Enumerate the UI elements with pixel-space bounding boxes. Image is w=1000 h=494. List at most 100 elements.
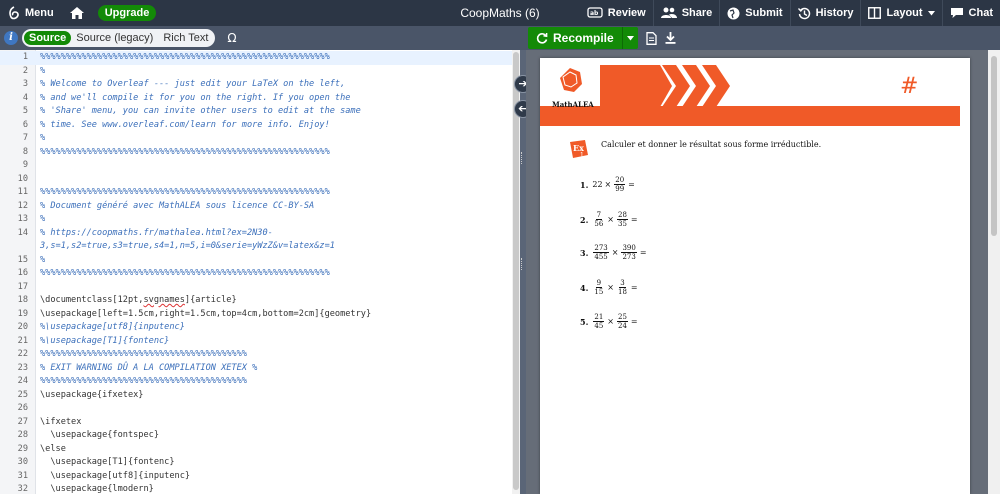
layout-button[interactable]: Layout: [861, 0, 941, 26]
home-button[interactable]: [62, 0, 92, 26]
code-line[interactable]: 20 %\usepackage[utf8]{inputenc}: [0, 321, 512, 335]
code-text: \usepackage[left=1.5cm,right=1.5cm,top=4…: [40, 308, 372, 319]
numerator: 25: [616, 313, 628, 322]
history-button[interactable]: History: [791, 0, 861, 26]
chat-button[interactable]: Chat: [943, 0, 1000, 26]
review-icon: ab: [587, 7, 603, 18]
exercise-item: 3. 273 455 × 390 273 =: [580, 244, 647, 261]
code-text: % Document généré avec MathALEA sous lic…: [40, 200, 315, 211]
home-icon: [69, 7, 84, 19]
recompile-main[interactable]: Recompile: [528, 31, 622, 45]
code-text: %%%%%%%%%%%%%%%%%%%%%%%%%%%%%%%%%%%%%%%%…: [40, 268, 330, 278]
mode-source[interactable]: Source: [24, 31, 72, 45]
menu-label: Menu: [25, 7, 54, 19]
code-line[interactable]: 31 \usepackage[utf8]{inputenc}: [0, 470, 512, 484]
code-line[interactable]: 29 \else: [0, 443, 512, 457]
line-number: 29: [17, 443, 28, 454]
pdf-page: MathALEA # Ex 1 Calculer et donner le ré…: [540, 58, 970, 494]
code-line[interactable]: 15%: [0, 254, 512, 268]
code-line[interactable]: 19 \usepackage[left=1.5cm,right=1.5cm,top…: [0, 308, 512, 322]
line-number: 10: [17, 173, 28, 184]
refresh-icon: [536, 33, 548, 44]
code-text: %: [40, 254, 46, 265]
denominator: 24: [617, 322, 627, 330]
code-line[interactable]: 30 \usepackage[T1]{fontenc}: [0, 456, 512, 470]
code-line[interactable]: 5 % 'Share' menu, you can invite other us…: [0, 105, 512, 119]
code-line[interactable]: 6 % time. See www.overleaf.com/learn for …: [0, 119, 512, 133]
code-line[interactable]: 12 % Document généré avec MathALEA sous l…: [0, 200, 512, 214]
code-line[interactable]: 32 \usepackage{lmodern}: [0, 483, 512, 494]
mathalea-logo: [560, 68, 582, 92]
recompile-button[interactable]: Recompile: [528, 27, 638, 49]
code-line[interactable]: 25 \usepackage{ifxetex}: [0, 389, 512, 403]
editor-scrollbar-thumb[interactable]: [513, 52, 519, 490]
spellcheck-word[interactable]: svgnames: [143, 295, 184, 305]
code-line[interactable]: 17: [0, 281, 512, 295]
code-line[interactable]: 8%%%%%%%%%%%%%%%%%%%%%%%%%%%%%%%%%%%%%%%…: [0, 146, 512, 160]
line-number: 31: [17, 470, 28, 481]
line-number: 21: [17, 335, 28, 346]
line-number: 25: [17, 389, 28, 400]
code-line[interactable]: 18 \documentclass[12pt,svgnames]{article}: [0, 294, 512, 308]
share-button[interactable]: Share: [654, 0, 720, 26]
item-number: 5.: [580, 316, 589, 327]
top-bar: Menu Upgrade CoopMaths (6) ab Review Sha…: [0, 0, 1000, 26]
code-line[interactable]: 3,s=1,s2=true,s3=true,s4=1,n=5,i=0&serie…: [0, 240, 512, 254]
code-line[interactable]: 10: [0, 173, 512, 187]
history-label: History: [815, 7, 854, 19]
numerator: 28: [616, 211, 628, 220]
preview-scrollbar-thumb[interactable]: [991, 56, 997, 236]
submit-button[interactable]: Submit: [720, 0, 789, 26]
equals-sign: =: [630, 317, 638, 326]
upgrade-button[interactable]: Upgrade: [97, 5, 157, 21]
code-text: %\usepackage[utf8]{inputenc}: [40, 322, 185, 332]
denominator: 273: [622, 253, 636, 261]
code-line[interactable]: 14 % https://coopmaths.fr/mathalea.html?e…: [0, 227, 512, 241]
review-button[interactable]: ab Review: [580, 0, 653, 26]
menu-button[interactable]: Menu: [0, 0, 62, 26]
submit-label: Submit: [745, 7, 783, 19]
users-icon: [660, 7, 677, 18]
info-icon[interactable]: i: [4, 31, 18, 45]
numerator: 273: [593, 244, 609, 253]
mode-rich-text[interactable]: Rich Text: [158, 31, 213, 45]
divider-grip[interactable]: [521, 152, 524, 164]
code-line[interactable]: 11%%%%%%%%%%%%%%%%%%%%%%%%%%%%%%%%%%%%%%…: [0, 186, 512, 200]
code-line[interactable]: 27 \ifxetex: [0, 416, 512, 430]
code-line[interactable]: 22%%%%%%%%%%%%%%%%%%%%%%%%%%%%%%%%%%%%%%…: [0, 348, 512, 362]
code-line[interactable]: 26: [0, 402, 512, 416]
line-number: 15: [17, 254, 28, 265]
code-line[interactable]: 2%: [0, 65, 512, 79]
code-line[interactable]: 16%%%%%%%%%%%%%%%%%%%%%%%%%%%%%%%%%%%%%%…: [0, 267, 512, 281]
download-pdf-button[interactable]: [665, 32, 676, 44]
code-line[interactable]: 9: [0, 159, 512, 173]
times-operator: ×: [607, 215, 614, 224]
fraction: 390 273: [621, 244, 637, 261]
fraction: 3 18: [617, 279, 628, 296]
fraction: 273 455: [593, 244, 609, 261]
numerator: 9: [595, 279, 603, 288]
view-logs-button[interactable]: [646, 31, 657, 45]
line-number: 6: [22, 119, 28, 130]
pdf-preview[interactable]: MathALEA # Ex 1 Calculer et donner le ré…: [526, 50, 1000, 494]
code-line[interactable]: 1%%%%%%%%%%%%%%%%%%%%%%%%%%%%%%%%%%%%%%%…: [0, 51, 512, 65]
symbol-palette-button[interactable]: Ω: [227, 31, 236, 45]
code-line[interactable]: 28 \usepackage{fontspec}: [0, 429, 512, 443]
code-line[interactable]: 21 %\usepackage[T1]{fontenc}: [0, 335, 512, 349]
mode-source-legacy[interactable]: Source (legacy): [71, 31, 158, 45]
code-line[interactable]: 4 % and we'll compile it for you on the r…: [0, 92, 512, 106]
svg-text:ab: ab: [590, 10, 599, 17]
code-line[interactable]: 13%: [0, 213, 512, 227]
item-number: 1.: [580, 179, 589, 190]
preview-scrollbar[interactable]: [988, 50, 1000, 494]
divider-grip[interactable]: [521, 258, 524, 270]
exercise-item: 4. 9 15 × 3 18 =: [580, 279, 638, 296]
recompile-dropdown[interactable]: [621, 27, 638, 49]
code-line[interactable]: 7%: [0, 132, 512, 146]
preview-toolbar: Recompile: [526, 26, 1000, 50]
fraction: 21 45: [593, 313, 605, 330]
code-line[interactable]: 3 % Welcome to Overleaf --- just edit you…: [0, 78, 512, 92]
code-editor[interactable]: 1%%%%%%%%%%%%%%%%%%%%%%%%%%%%%%%%%%%%%%%…: [0, 50, 512, 494]
code-line[interactable]: 23 % EXIT WARNING DÛ A LA COMPILATION XET…: [0, 362, 512, 376]
code-line[interactable]: 24%%%%%%%%%%%%%%%%%%%%%%%%%%%%%%%%%%%%%%…: [0, 375, 512, 389]
